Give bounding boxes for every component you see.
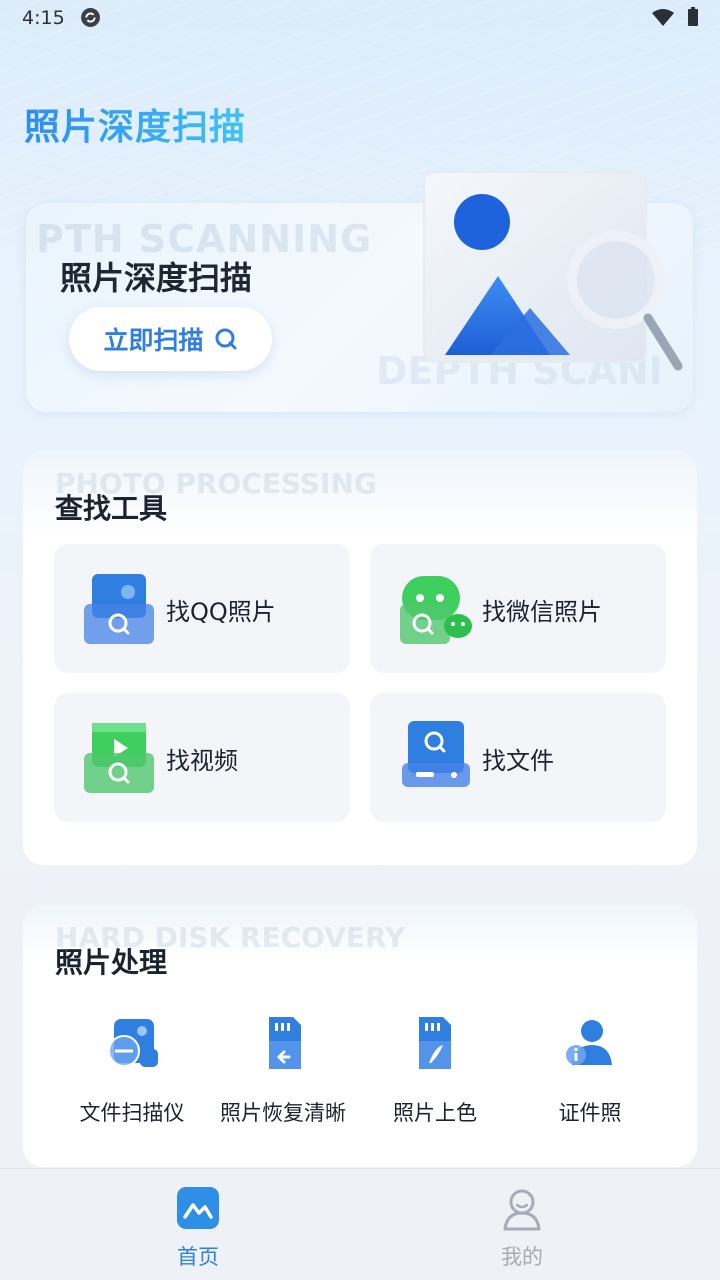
find-files-label: 找文件 (482, 747, 554, 775)
status-time: 4:15 (22, 7, 65, 29)
find-videos-label: 找视频 (166, 747, 238, 775)
find-videos-tile[interactable]: 找视频 (54, 693, 350, 822)
banner-title: 照片深度扫描 (60, 259, 253, 297)
wechat-photo-icon (400, 576, 472, 644)
wifi-icon (652, 9, 674, 26)
photo-restore-label: 照片恢复清晰 (220, 1101, 346, 1125)
photo-scan-illustration (423, 171, 683, 371)
video-icon (84, 723, 154, 793)
find-files-tile[interactable]: 找文件 (370, 693, 666, 822)
scan-now-label: 立即扫描 (103, 326, 204, 355)
find-qq-photos-tile[interactable]: 找QQ照片 (54, 544, 350, 673)
photo-colorize-label: 照片上色 (393, 1101, 477, 1125)
find-tools-title: 查找工具 (55, 492, 168, 525)
nav-item-profile[interactable]: 我的 (462, 1183, 582, 1273)
sync-icon (81, 8, 100, 27)
qq-photo-icon (84, 574, 154, 644)
id-photo-icon (566, 1020, 612, 1065)
profile-icon (503, 1189, 541, 1231)
app-title: 照片深度扫描 (24, 98, 246, 150)
find-qq-photos-label: 找QQ照片 (166, 598, 276, 626)
file-icon (402, 721, 470, 787)
photo-processing-title: 照片处理 (55, 946, 168, 979)
document-scanner-icon (108, 1019, 158, 1067)
id-photo-item[interactable]: 证件照 (510, 1013, 670, 1133)
nav-label-profile: 我的 (501, 1245, 543, 1269)
find-tools-card: PHOTO PROCESSING 查找工具 找QQ照片 找微信照片 找视频 找文… (23, 451, 697, 865)
photo-restore-item[interactable]: 照片恢复清晰 (203, 1013, 363, 1133)
photo-processing-card: HARD DISK RECOVERY 照片处理 文件扫描仪 照片恢复清晰 照片上… (23, 905, 697, 1167)
bottom-nav: 首页 我的 (0, 1168, 720, 1280)
photo-colorize-icon (419, 1017, 451, 1069)
scan-now-button[interactable]: 立即扫描 (69, 307, 272, 371)
document-scanner-label: 文件扫描仪 (79, 1101, 185, 1125)
find-wechat-photos-tile[interactable]: 找微信照片 (370, 544, 666, 673)
nav-label-home: 首页 (177, 1245, 219, 1269)
nav-item-home[interactable]: 首页 (138, 1183, 258, 1273)
photo-colorize-item[interactable]: 照片上色 (355, 1013, 515, 1133)
id-photo-label: 证件照 (558, 1101, 622, 1125)
search-icon (215, 328, 236, 350)
status-bar: 4:15 (0, 0, 720, 36)
find-wechat-photos-label: 找微信照片 (482, 598, 602, 626)
photo-restore-icon (269, 1017, 301, 1069)
home-icon (177, 1187, 219, 1229)
document-scanner-item[interactable]: 文件扫描仪 (52, 1013, 212, 1133)
battery-icon (688, 7, 698, 26)
